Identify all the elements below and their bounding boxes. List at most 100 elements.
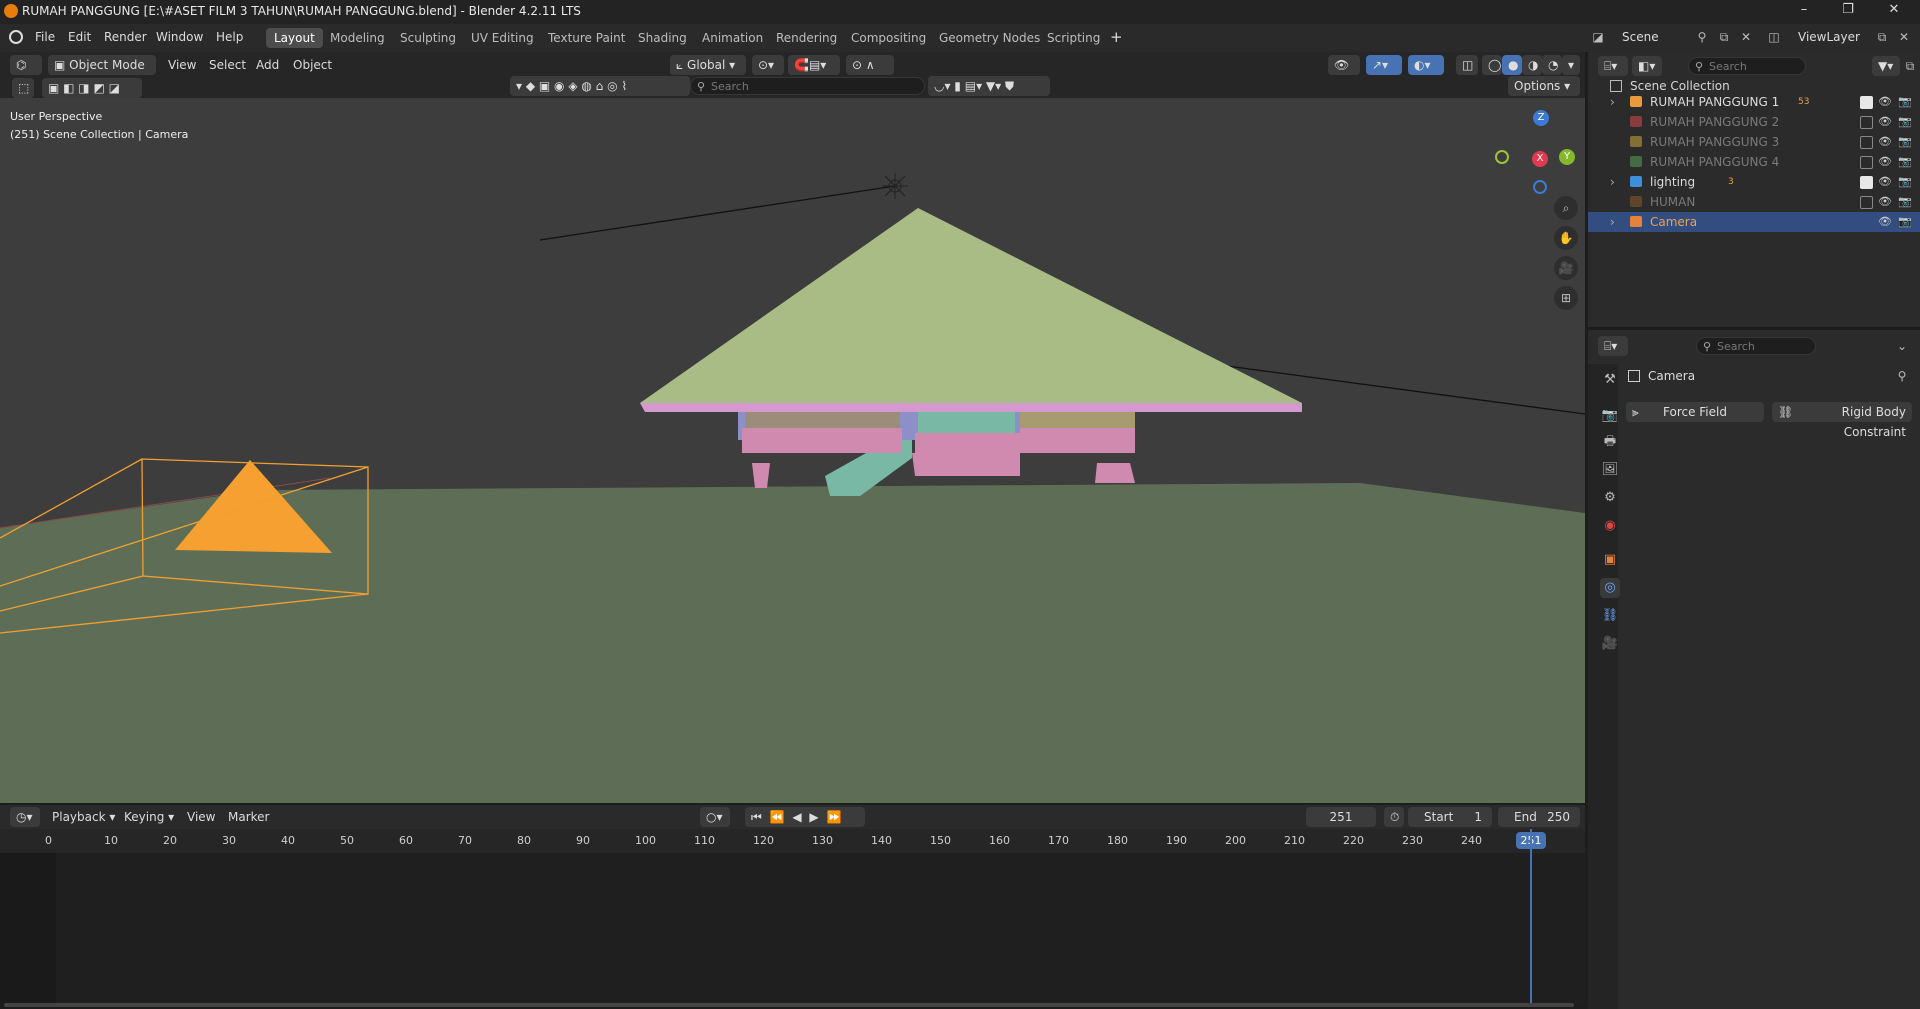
zoom-icon[interactable]: ⌕: [1554, 196, 1578, 220]
visibility-eye-icon[interactable]: 👁: [1878, 212, 1892, 232]
delete-view-layer-icon[interactable]: ✕: [1896, 29, 1912, 45]
menu-render[interactable]: Render: [104, 30, 147, 44]
timeline-scrollbar[interactable]: [4, 1003, 1574, 1007]
visibility-eye-icon[interactable]: 👁: [1878, 92, 1892, 112]
new-collection-icon[interactable]: ⧉: [1902, 58, 1918, 74]
visibility-eye-icon[interactable]: 👁: [1878, 112, 1892, 132]
pivot-point-dropdown[interactable]: ⊙▾: [752, 55, 784, 75]
start-frame-field[interactable]: Start 1: [1408, 807, 1492, 827]
gizmo-x-axis[interactable]: X: [1532, 151, 1548, 167]
xray-toggle[interactable]: ◫: [1456, 55, 1478, 75]
tab-layout[interactable]: Layout: [266, 28, 323, 48]
visibility-eye-icon[interactable]: 👁: [1878, 152, 1892, 172]
exclude-checkbox[interactable]: [1860, 196, 1873, 209]
visibility-dropdown[interactable]: 👁▾: [1328, 55, 1360, 92]
timeline-menu-keying[interactable]: Keying ▾: [124, 810, 174, 824]
viewport-menu-select[interactable]: Select: [209, 58, 246, 72]
outliner-item[interactable]: › Camera 👁 📷: [1588, 212, 1920, 232]
menu-edit[interactable]: Edit: [68, 30, 91, 44]
tab-animation[interactable]: Animation: [694, 28, 771, 48]
tab-texture-paint[interactable]: Texture Paint: [540, 28, 633, 48]
exclude-checkbox[interactable]: [1860, 116, 1873, 129]
camera-data-tab-icon[interactable]: 🎥: [1600, 634, 1620, 654]
tab-scripting[interactable]: Scripting: [1039, 28, 1108, 48]
new-view-layer-icon[interactable]: ⧉: [1874, 29, 1890, 45]
selection-mode-buttons[interactable]: ▣ ◧ ◨ ◩ ◪: [42, 78, 142, 98]
gizmo-neg-x-circle[interactable]: [1495, 150, 1509, 164]
exclude-checkbox[interactable]: [1860, 136, 1873, 149]
tab-uv-editing[interactable]: UV Editing: [463, 28, 542, 48]
visibility-eye-icon[interactable]: 👁: [1878, 192, 1892, 212]
filter-dropdown[interactable]: ▾ ◆ ▣ ◉ ◈ ◍ ⌂ ◎ ⌇: [510, 76, 690, 96]
overlay-toggle[interactable]: ◐▾: [1408, 55, 1444, 75]
render-camera-icon[interactable]: 📷: [1898, 132, 1912, 152]
timeline-editor-type[interactable]: ◷▾: [10, 807, 40, 827]
viewport-search-input[interactable]: ⚲ Search: [690, 77, 925, 95]
menu-window[interactable]: Window: [156, 30, 203, 44]
viewport-menu-object[interactable]: Object: [293, 58, 332, 72]
snap-toggle[interactable]: 🧲▤▾: [788, 55, 840, 75]
select-tool-button[interactable]: ⬚: [12, 78, 34, 98]
pan-hand-icon[interactable]: ✋: [1554, 226, 1578, 250]
output-tab-icon[interactable]: 🖶: [1600, 432, 1620, 452]
close-button[interactable]: ✕: [1872, 2, 1916, 22]
outliner-item[interactable]: RUMAH PANGGUNG 4 👁 📷: [1588, 152, 1920, 172]
options-dropdown[interactable]: Options ▾: [1508, 76, 1580, 96]
outliner-item[interactable]: HUMAN 👁 📷: [1588, 192, 1920, 212]
timeline-menu-marker[interactable]: Marker: [228, 810, 269, 824]
render-camera-icon[interactable]: 📷: [1898, 192, 1912, 212]
delete-scene-icon[interactable]: ✕: [1738, 29, 1754, 45]
shading-options[interactable]: ▾: [1562, 55, 1580, 75]
navigation-gizmo[interactable]: Z X Y: [1495, 106, 1575, 194]
expand-chevron-icon[interactable]: ›: [1610, 212, 1615, 232]
current-frame-field[interactable]: 251: [1306, 807, 1376, 827]
shading-solid[interactable]: ●: [1502, 55, 1522, 75]
ortho-grid-icon[interactable]: ⊞: [1554, 286, 1578, 310]
object-mode-dropdown[interactable]: ▣ Object Mode ▾: [48, 55, 156, 92]
render-camera-icon[interactable]: 📷: [1898, 212, 1912, 232]
exclude-checkbox[interactable]: [1860, 96, 1873, 109]
render-camera-icon[interactable]: 📷: [1898, 172, 1912, 192]
pin-icon[interactable]: ⚲: [1694, 29, 1710, 45]
add-workspace-button[interactable]: +: [1110, 28, 1123, 46]
transform-orientation-dropdown[interactable]: ⟀ Global ▾: [670, 55, 746, 75]
maximize-button[interactable]: ❐: [1826, 2, 1870, 22]
outliner-item[interactable]: RUMAH PANGGUNG 2 👁 📷: [1588, 112, 1920, 132]
rigid-body-constraint-button[interactable]: ⛓ Rigid Body Constraint: [1772, 402, 1912, 439]
properties-search-input[interactable]: ⚲ Search: [1696, 337, 1816, 355]
exclude-checkbox[interactable]: [1860, 176, 1873, 189]
scene-name[interactable]: Scene: [1622, 30, 1659, 44]
playback-controls[interactable]: ⏮ ⏪ ◀ ▶ ⏩ ⏭: [745, 807, 865, 844]
timeline-menu-view[interactable]: View: [187, 810, 215, 824]
proportional-editing-toggle[interactable]: ⊙ ∧: [846, 55, 894, 75]
tab-compositing[interactable]: Compositing: [843, 28, 934, 48]
visibility-eye-icon[interactable]: 👁: [1878, 172, 1892, 192]
physics-tab-icon[interactable]: ◎: [1600, 578, 1620, 598]
gizmo-z-axis[interactable]: Z: [1533, 110, 1549, 126]
gizmo-neg-z-circle[interactable]: [1533, 180, 1547, 194]
shading-rendered[interactable]: ◔: [1542, 55, 1562, 75]
tab-shading[interactable]: Shading: [630, 28, 695, 48]
tab-modeling[interactable]: Modeling: [322, 28, 393, 48]
render-camera-icon[interactable]: 📷: [1898, 92, 1912, 112]
outliner-item[interactable]: › RUMAH PANGGUNG 1 53 👁 📷: [1588, 92, 1920, 112]
tab-rendering[interactable]: Rendering: [768, 28, 845, 48]
view-layer-icon[interactable]: ◫: [1766, 29, 1782, 45]
gizmo-toggle[interactable]: ↗▾: [1366, 55, 1402, 75]
editor-type-button[interactable]: ⌬ ▾: [10, 55, 42, 92]
object-tab-icon[interactable]: ▣: [1600, 550, 1620, 570]
visibility-eye-icon[interactable]: 👁: [1878, 132, 1892, 152]
outliner-display-mode[interactable]: ◧▾: [1632, 56, 1662, 76]
menu-file[interactable]: File: [35, 30, 55, 44]
camera-view-icon[interactable]: 🎥: [1554, 256, 1578, 280]
scene-icon[interactable]: ◪: [1590, 29, 1606, 45]
force-field-button[interactable]: ⫸ Force Field: [1626, 402, 1764, 422]
outliner-item[interactable]: › lighting 3 👁 📷: [1588, 172, 1920, 192]
end-frame-field[interactable]: End 250: [1498, 807, 1580, 827]
minimize-button[interactable]: –: [1782, 2, 1826, 22]
blender-menu-icon[interactable]: [9, 30, 23, 44]
properties-editor-type[interactable]: ⌸▾: [1598, 336, 1628, 356]
viewport-menu-add[interactable]: Add: [256, 58, 279, 72]
scene-tab-icon[interactable]: ⚙: [1600, 488, 1620, 508]
auto-keying-toggle[interactable]: ○▾: [700, 807, 730, 827]
